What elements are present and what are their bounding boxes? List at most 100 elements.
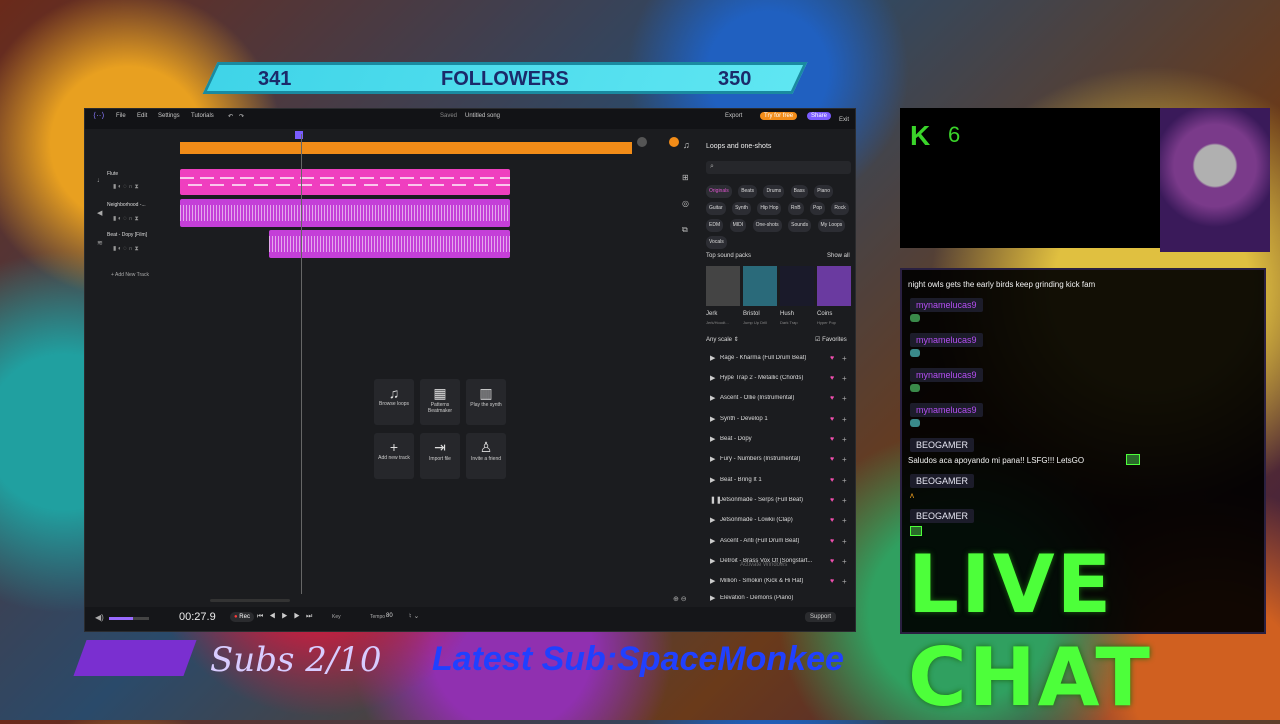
track-name[interactable]: Beat - Dopy [Film] — [107, 232, 147, 238]
play-icon[interactable]: ▶ — [710, 435, 720, 443]
filter-pill[interactable]: RnB — [787, 202, 804, 215]
audio-clip[interactable] — [269, 230, 510, 258]
heart-icon[interactable]: ♥ — [830, 395, 842, 402]
filter-pill[interactable]: Beats — [738, 185, 757, 198]
synth-tile[interactable]: ▥ Play the synth — [466, 379, 506, 425]
menu-file[interactable]: File — [116, 113, 126, 119]
play-icon[interactable]: ▶ — [710, 415, 720, 423]
record-button[interactable]: ● Rec — [230, 612, 254, 622]
loop-row[interactable]: ▶ Million - Smokin (Kick & Hi Hat) ♥ + — [710, 572, 850, 590]
loop-row[interactable]: ▶ Hype Trap 2 - Metallic (Chords) ♥ + — [710, 369, 850, 387]
filter-pill[interactable]: Guitar — [706, 202, 726, 215]
heart-icon[interactable]: ♥ — [830, 375, 842, 382]
filter-pill[interactable]: Pop — [810, 202, 825, 215]
filter-pill[interactable]: Originals — [706, 185, 732, 198]
add-icon[interactable]: + — [842, 476, 850, 485]
heart-icon[interactable]: ♥ — [830, 477, 842, 484]
beatmaker-tile[interactable]: ▦ Patterns Beatmaker — [420, 379, 460, 425]
play-icon[interactable]: ▶ — [710, 455, 720, 463]
chat-username[interactable]: mynamelucas9 — [910, 298, 983, 312]
filter-pill[interactable]: Rock — [831, 202, 849, 215]
add-icon[interactable]: + — [842, 415, 850, 424]
chat-username[interactable]: BEOGAMER — [910, 509, 975, 523]
track-header[interactable]: Beat - Dopy [Film] ≋ ▮ ◐ ◌ ∩ ⧗ — [93, 231, 173, 259]
loop-row[interactable]: ❚❚ Jetsonmade - Serps (Full Beat) ♥ + — [710, 491, 850, 509]
menu-tutorials[interactable]: Tutorials — [191, 113, 214, 119]
add-icon[interactable]: + — [842, 435, 850, 444]
chat-icon[interactable]: ◎ — [682, 191, 689, 217]
filter-pill[interactable]: Drums — [763, 185, 785, 198]
exit-button[interactable]: Exit — [839, 117, 849, 123]
add-icon[interactable]: + — [842, 455, 850, 464]
try-free-button[interactable]: Try for free — [760, 112, 798, 120]
share-button[interactable]: Share — [807, 112, 832, 120]
filter-pill[interactable]: MIDI — [729, 219, 747, 232]
support-button[interactable]: Support — [805, 612, 837, 622]
show-all-link[interactable]: Show all — [827, 253, 850, 259]
loop-row[interactable]: ▶ Ascent - Anti (Full Drum Beat) ♥ + — [710, 532, 850, 550]
pack-cover-bristol[interactable] — [743, 266, 777, 306]
add-icon[interactable]: + — [842, 374, 850, 383]
track-header[interactable]: Neighborhood -... ◀ ▮ ◐ ◌ ∩ ⧗ — [93, 201, 173, 229]
filter-pill[interactable]: Sounds — [788, 219, 812, 232]
loop-row[interactable]: ▶ Rage - Kharma (Full Drum Beat) ♥ + — [710, 349, 850, 367]
pack-cover-jerk[interactable] — [706, 266, 740, 306]
import-file-tile[interactable]: ⇥ Import file — [420, 433, 460, 479]
heart-icon[interactable]: ♥ — [830, 558, 842, 565]
add-icon[interactable]: + — [842, 354, 850, 363]
loop-row[interactable]: ▶ Synth - Develop 1 ♥ + — [710, 410, 850, 428]
audio-clip[interactable] — [180, 199, 510, 227]
add-icon[interactable]: + — [842, 516, 850, 525]
loop-row[interactable]: ▶ Ascent - Ollie (Instrumental) ♥ + — [710, 389, 850, 407]
track-header[interactable]: Flute ♩ ▮ ◐ ◌ ∩ ⧗ — [93, 169, 173, 197]
heart-icon[interactable]: ♥ — [830, 416, 842, 423]
play-icon[interactable]: ▶ — [710, 476, 720, 484]
chat-username[interactable]: BEOGAMER — [910, 474, 975, 488]
tempo-value[interactable]: 80 — [386, 613, 393, 619]
pack-cover-coins[interactable] — [817, 266, 851, 306]
heart-icon[interactable]: ♥ — [830, 355, 842, 362]
loop-row[interactable]: ▶ Beat - Dopy ♥ + — [710, 430, 850, 448]
menu-edit[interactable]: Edit — [137, 113, 147, 119]
add-icon[interactable]: + — [842, 496, 850, 505]
filter-pill[interactable]: One-shots — [752, 219, 782, 232]
filter-pill[interactable]: Vocals — [706, 236, 727, 249]
export-button[interactable]: Export — [725, 113, 742, 119]
tuner-icon[interactable]: ♮ ⌄ — [409, 612, 419, 620]
chat-username[interactable]: mynamelucas9 — [910, 368, 983, 382]
heart-icon[interactable]: ♥ — [830, 436, 842, 443]
menu-settings[interactable]: Settings — [158, 113, 180, 119]
undo-icon[interactable]: ↶ — [228, 113, 233, 120]
loop-row[interactable]: ▶ Fury - Numbers (Instrumental) ♥ + — [710, 450, 850, 468]
heart-icon[interactable]: ♥ — [830, 517, 842, 524]
redo-icon[interactable]: ↷ — [239, 113, 244, 120]
add-icon[interactable]: + — [842, 577, 850, 586]
key-selector[interactable]: Key — [332, 614, 341, 620]
track-name[interactable]: Flute — [107, 171, 118, 177]
play-icon[interactable]: ▶ — [710, 594, 720, 602]
heart-icon[interactable]: ♥ — [830, 578, 842, 585]
add-track-tile[interactable]: + Add new track — [374, 433, 414, 479]
track-controls[interactable]: ▮ ◐ ◌ ∩ ⧗ — [113, 215, 139, 223]
pause-icon[interactable]: ❚❚ — [710, 496, 722, 504]
play-icon[interactable]: ▶ — [710, 537, 720, 545]
filter-pill[interactable]: Hip Hop — [757, 202, 782, 215]
play-icon[interactable]: ▶ — [710, 557, 720, 565]
filter-pill[interactable]: Piano — [814, 185, 833, 198]
play-icon[interactable]: ▶ — [710, 577, 720, 585]
invite-friend-tile[interactable]: ♙ Invite a friend — [466, 433, 506, 479]
volume-slider[interactable] — [109, 617, 149, 620]
loops-panel-icon[interactable]: ♫ — [683, 140, 690, 150]
track-name[interactable]: Neighborhood -... — [107, 202, 146, 208]
loops-search-input[interactable]: ⌕ — [706, 161, 851, 174]
loop-region[interactable] — [180, 142, 632, 154]
track-controls[interactable]: ▮ ◐ ◌ ∩ ⧗ — [113, 183, 139, 191]
chat-username[interactable]: mynamelucas9 — [910, 403, 983, 417]
add-icon[interactable]: + — [842, 394, 850, 403]
browse-loops-tile[interactable]: ♫ Browse loops — [374, 379, 414, 425]
record-toggle-icon[interactable] — [669, 137, 679, 147]
filter-pill[interactable]: My Loops — [817, 219, 846, 232]
mixer-icon[interactable]: ⊞ — [682, 165, 689, 191]
play-icon[interactable]: ▶ — [710, 516, 720, 524]
horizontal-scrollbar[interactable] — [210, 599, 290, 602]
